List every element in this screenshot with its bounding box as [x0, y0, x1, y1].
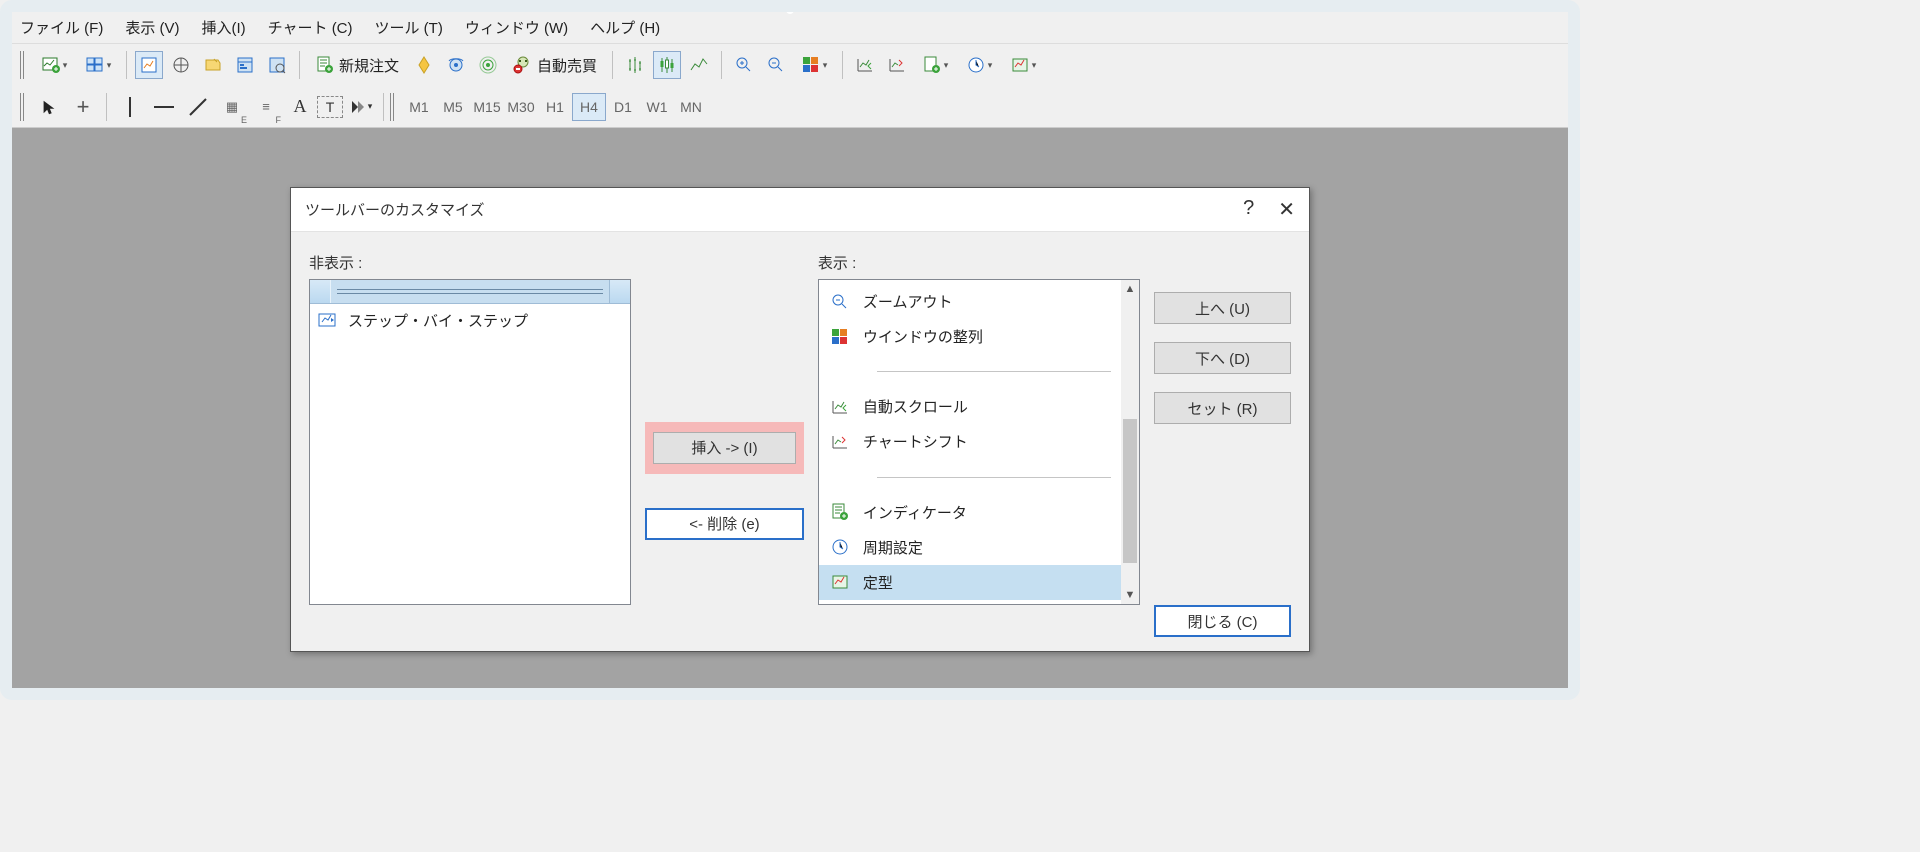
timeframe-d1[interactable]: D1 [606, 93, 640, 121]
template-icon [829, 571, 851, 593]
menu-chart[interactable]: チャート (C) [268, 17, 353, 38]
templates-button[interactable]: ▾ [1003, 51, 1043, 79]
shown-item-label: インディケータ [863, 502, 967, 523]
terminal-button[interactable] [231, 51, 259, 79]
close-button[interactable]: 閉じる (C) [1154, 605, 1291, 637]
menu-view[interactable]: 表示 (V) [125, 17, 179, 38]
profiles-button[interactable]: ▾ [78, 51, 118, 79]
move-up-button[interactable]: 上へ (U) [1154, 292, 1291, 324]
dialog-title: ツールバーのカスタマイズ [305, 199, 485, 220]
navigator-button[interactable] [199, 51, 227, 79]
shown-list-scrollbar[interactable]: ▲▼ [1121, 280, 1139, 604]
timeframe-m1[interactable]: M1 [402, 93, 436, 121]
shown-list[interactable]: ズームアウトウインドウの整列自動スクロールチャートシフトインディケータ周期設定定… [818, 279, 1140, 605]
step-icon [316, 309, 338, 331]
line-chart-button[interactable] [685, 51, 713, 79]
hidden-item[interactable]: ステップ・バイ・ステップ [310, 304, 630, 336]
hidden-label: 非表示 : [309, 252, 631, 273]
timeframe-m5[interactable]: M5 [436, 93, 470, 121]
trendline-button[interactable] [181, 91, 215, 123]
shown-item-label: ズームアウト [863, 291, 953, 312]
fibonacci-button[interactable]: ≡F [249, 91, 283, 123]
equidistant-channel-button[interactable]: ▦E [215, 91, 249, 123]
insert-highlight: 挿入 -> (I) [645, 422, 804, 474]
separator [819, 460, 1121, 495]
menu-tools[interactable]: ツール (T) [375, 17, 443, 38]
dialog-titlebar: ツールバーのカスタマイズ ? ✕ [291, 188, 1309, 232]
toolbar-draw: + ▦E ≡F A T ▾ M1 M5 M15 M30 H1 H4 D1 W1 … [12, 86, 1568, 128]
auto-trading-button[interactable]: 自動売買 [506, 51, 604, 79]
menu-file[interactable]: ファイル (F) [20, 17, 103, 38]
shown-item[interactable]: 周期設定 [819, 530, 1121, 565]
timeframe-h4[interactable]: H4 [572, 93, 606, 121]
signals-button[interactable] [442, 51, 470, 79]
shown-item[interactable]: 自動スクロール [819, 389, 1121, 424]
insert-button[interactable]: 挿入 -> (I) [653, 432, 796, 464]
hline-button[interactable] [147, 91, 181, 123]
market-watch-button[interactable] [135, 51, 163, 79]
shown-item[interactable]: インディケータ [819, 495, 1121, 530]
indicators-button[interactable]: ▾ [915, 51, 955, 79]
tile-icon [829, 326, 851, 348]
separator [819, 354, 1121, 389]
timeframe-mn[interactable]: MN [674, 93, 708, 121]
text-label-button[interactable]: T [317, 96, 343, 118]
shown-label: 表示 : [818, 252, 1140, 273]
autoscroll-button[interactable] [851, 51, 879, 79]
timeframe-m15[interactable]: M15 [470, 93, 504, 121]
zoom-out-icon [829, 291, 851, 313]
signal-broadcast-button[interactable] [474, 51, 502, 79]
hidden-item-label: ステップ・バイ・ステップ [348, 310, 528, 331]
dialog-close-button[interactable]: ✕ [1278, 197, 1295, 222]
tile-windows-button[interactable]: ▾ [794, 51, 834, 79]
menubar: ファイル (F) 表示 (V) 挿入(I) チャート (C) ツール (T) ウ… [12, 12, 1568, 44]
zoom-out-button[interactable] [762, 51, 790, 79]
hidden-list[interactable]: ステップ・バイ・ステップ [309, 279, 631, 605]
dialog-help-button[interactable]: ? [1243, 197, 1254, 222]
chart-shift-icon [829, 431, 851, 453]
menu-help[interactable]: ヘルプ (H) [590, 17, 660, 38]
crosshair-button[interactable]: + [66, 91, 100, 123]
remove-button[interactable]: <- 削除 (e) [645, 508, 804, 540]
toolbar-main: ▾ ▾ 新規注文 自動売買 ▾ ▾ ▾ ▾ [12, 44, 1568, 86]
periodicity-button[interactable]: ▾ [959, 51, 999, 79]
timeframe-w1[interactable]: W1 [640, 93, 674, 121]
clock-icon [829, 536, 851, 558]
customize-toolbar-dialog: ツールバーのカスタマイズ ? ✕ 非表示 : ステップ・バイ・ステップ 挿入 -… [290, 187, 1310, 652]
menu-insert[interactable]: 挿入(I) [202, 17, 246, 38]
new-chart-button[interactable]: ▾ [34, 51, 74, 79]
arrows-button[interactable]: ▾ [343, 91, 377, 123]
chart-shift-button[interactable] [883, 51, 911, 79]
shown-item-label: 周期設定 [863, 537, 923, 558]
text-button[interactable]: A [283, 91, 317, 123]
shown-item-label: 自動スクロール [863, 396, 968, 417]
bar-chart-button[interactable] [621, 51, 649, 79]
autoscroll-icon [829, 396, 851, 418]
timeframe-m30[interactable]: M30 [504, 93, 538, 121]
data-window-button[interactable] [167, 51, 195, 79]
shown-item-label: ウインドウの整列 [863, 326, 983, 347]
shown-item[interactable]: ウインドウの整列 [819, 319, 1121, 354]
move-down-button[interactable]: 下へ (D) [1154, 342, 1291, 374]
reset-button[interactable]: セット (R) [1154, 392, 1291, 424]
shown-item[interactable]: チャートシフト [819, 424, 1121, 459]
new-order-button[interactable]: 新規注文 [308, 51, 406, 79]
zoom-in-button[interactable] [730, 51, 758, 79]
shown-item[interactable]: 定型 [819, 565, 1121, 600]
vline-button[interactable] [113, 91, 147, 123]
shown-item[interactable]: ズームアウト [819, 284, 1121, 319]
metaquotes-button[interactable] [410, 51, 438, 79]
strategy-tester-button[interactable] [263, 51, 291, 79]
indicator-icon [829, 501, 851, 523]
timeframe-h1[interactable]: H1 [538, 93, 572, 121]
shown-item-label: 定型 [863, 572, 893, 593]
cursor-button[interactable] [32, 91, 66, 123]
candlestick-button[interactable] [653, 51, 681, 79]
menu-window[interactable]: ウィンドウ (W) [465, 17, 568, 38]
shown-item-label: チャートシフト [863, 431, 968, 452]
